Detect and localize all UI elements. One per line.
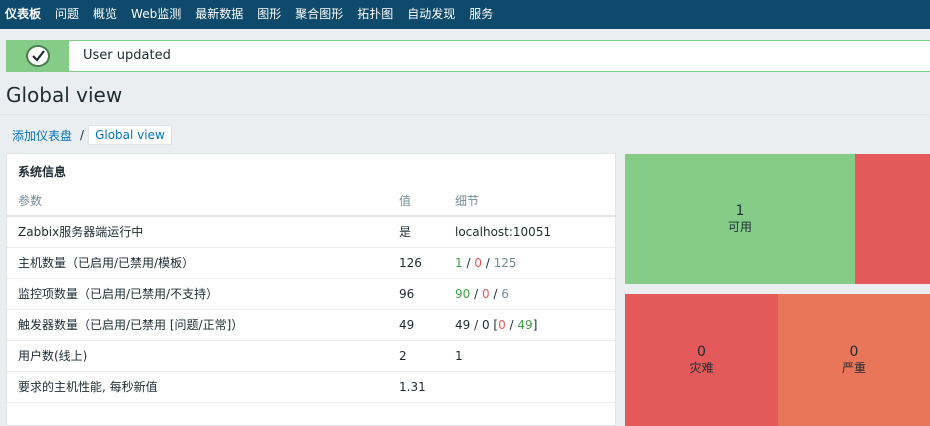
nav-graphs[interactable]: 图形 <box>250 0 288 29</box>
nav-services[interactable]: 服务 <box>462 0 500 29</box>
detail-disabled: 0 <box>474 255 482 270</box>
tile-high[interactable]: 0 严重 <box>778 294 930 426</box>
table-row: 要求的主机性能, 每秒新值 1.31 <box>7 371 615 403</box>
header-detail: 细节 <box>455 185 615 217</box>
row-detail: localhost:10051 <box>455 216 615 248</box>
header-value: 值 <box>399 185 455 217</box>
row-detail: 90 / 0 / 6 <box>455 278 615 310</box>
success-icon-box <box>7 41 69 71</box>
breadcrumb-add-dashboard[interactable]: 添加仪表盘 <box>6 127 78 144</box>
tile-unavailable[interactable] <box>855 154 930 284</box>
header-param: 参数 <box>7 185 399 217</box>
row-value: 96 <box>399 278 455 310</box>
detail-unsupported: 6 <box>501 286 509 301</box>
row-param: 主机数量（已启用/已禁用/模板） <box>7 247 399 279</box>
row-detail: 49 / 0 [0 / 49] <box>455 309 615 341</box>
nav-discovery[interactable]: 自动发现 <box>400 0 462 29</box>
nav-screens[interactable]: 聚合图形 <box>288 0 350 29</box>
top-nav: 仪表板 问题 概览 Web监测 最新数据 图形 聚合图形 拓扑图 自动发现 服务 <box>0 0 930 29</box>
table-row: 主机数量（已启用/已禁用/模板） 126 1 / 0 / 125 <box>7 247 615 279</box>
widget-title: 系统信息 <box>18 165 67 179</box>
nav-overview[interactable]: 概览 <box>86 0 124 29</box>
nav-problems[interactable]: 问题 <box>48 0 86 29</box>
check-circle-icon <box>26 45 50 67</box>
row-param: 用户数(线上) <box>7 340 399 372</box>
table-header: 参数 值 细节 <box>7 185 615 217</box>
tile-label: 可用 <box>727 220 752 234</box>
success-message: User updated <box>6 40 930 72</box>
detail-enabled: 49 <box>455 317 471 332</box>
tile-label: 灾难 <box>689 361 714 375</box>
nav-web[interactable]: Web监测 <box>124 0 188 29</box>
row-detail: 1 / 0 / 125 <box>455 247 615 279</box>
table-row: 用户数(线上) 2 1 <box>7 340 615 372</box>
detail-templates: 125 <box>493 255 517 270</box>
detail-disabled: 0 <box>481 317 490 332</box>
detail-enabled: 1 <box>455 255 463 270</box>
table-row: 监控项数量（已启用/已禁用/不支持） 96 90 / 0 / 6 <box>7 278 615 310</box>
row-param: 触发器数量（已启用/已禁用 [问题/正常]） <box>7 309 399 341</box>
header-divider <box>0 114 930 115</box>
detail-enabled: 90 <box>455 286 471 301</box>
tile-disaster[interactable]: 0 灾难 <box>625 294 778 426</box>
tile-label: 严重 <box>841 361 866 375</box>
table-row: 触发器数量（已启用/已禁用 [问题/正常]） 49 49 / 0 [0 / 49… <box>7 309 615 341</box>
row-detail: 1 <box>455 340 615 372</box>
row-value: 是 <box>399 216 455 248</box>
table-row: Zabbix服务器端运行中 是 localhost:10051 <box>7 216 615 248</box>
detail-ok: 49 <box>517 317 533 332</box>
nav-maps[interactable]: 拓扑图 <box>350 0 400 29</box>
breadcrumb-current[interactable]: Global view <box>88 125 172 145</box>
row-value: 2 <box>399 340 455 372</box>
nav-latest-data[interactable]: 最新数据 <box>188 0 250 29</box>
tile-count: 0 <box>697 344 706 360</box>
row-value: 126 <box>399 247 455 279</box>
system-info-widget: 系统信息 参数 值 细节 Zabbix服务器端运行中 是 localhost:1… <box>6 153 616 426</box>
row-value: 49 <box>399 309 455 341</box>
breadcrumb: 添加仪表盘 / Global view <box>6 124 172 146</box>
row-detail <box>455 371 615 403</box>
nav-dashboard[interactable]: 仪表板 <box>0 0 48 29</box>
tile-count: 1 <box>735 203 745 219</box>
breadcrumb-separator: / <box>80 128 85 142</box>
row-param: Zabbix服务器端运行中 <box>7 216 399 248</box>
tile-count: 0 <box>849 344 859 360</box>
detail-disabled: 0 <box>481 286 490 301</box>
row-param: 监控项数量（已启用/已禁用/不支持） <box>7 278 399 310</box>
message-text: User updated <box>83 48 171 63</box>
row-value: 1.31 <box>399 371 455 403</box>
detail-problem: 0 <box>498 317 506 332</box>
system-info-table: 参数 值 细节 Zabbix服务器端运行中 是 localhost:10051 … <box>7 185 615 403</box>
row-param: 要求的主机性能, 每秒新值 <box>7 371 399 403</box>
page-title: Global view <box>6 83 123 107</box>
tile-available[interactable]: 1 可用 <box>625 154 855 284</box>
